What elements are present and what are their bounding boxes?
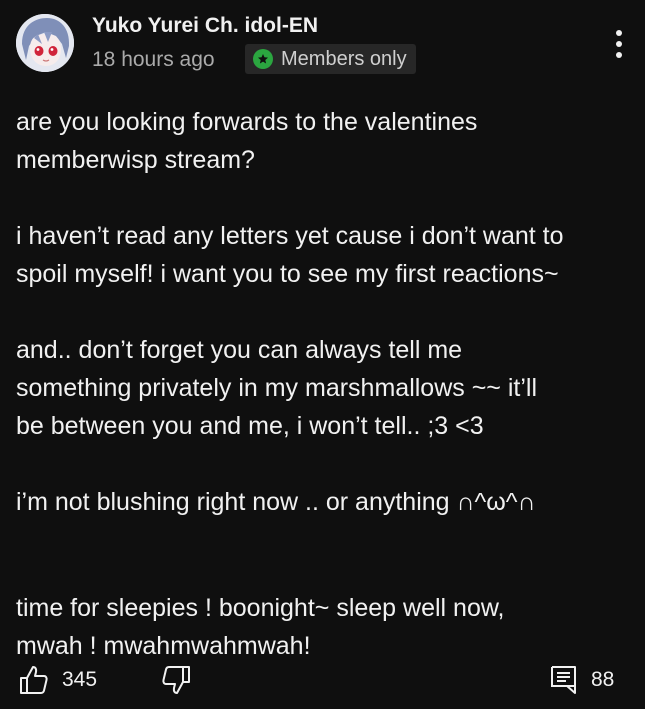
post-text-line: spoil myself! i want you to see my first… — [16, 260, 559, 288]
post-text-line: something privately in my marshmallows ~… — [16, 374, 538, 402]
post-timestamp[interactable]: 18 hours ago — [92, 48, 215, 72]
like-button[interactable]: 345 — [18, 664, 97, 696]
post-text-line: i’m not blushing right now .. or anythin… — [16, 488, 536, 516]
more-vert-icon — [616, 30, 622, 58]
post-text-line: memberwisp stream? — [16, 146, 255, 174]
post-text-line: time for sleepies ! boonight~ sleep well… — [16, 594, 505, 622]
community-post: Yuko Yurei Ch. idol-EN 18 hours ago Memb… — [0, 0, 645, 709]
comment-count: 88 — [591, 668, 615, 691]
post-body: are you looking forwards to the valentin… — [16, 103, 631, 665]
post-text-line: are you looking forwards to the valentin… — [16, 108, 478, 136]
channel-avatar[interactable] — [16, 14, 74, 72]
avatar-illustration — [16, 14, 74, 72]
like-count: 345 — [62, 668, 98, 691]
thumbs-down-icon — [162, 666, 190, 694]
dislike-button[interactable] — [160, 664, 192, 696]
post-text-line: be between you and me, i won’t tell.. ;3… — [16, 412, 484, 440]
star-badge-icon — [253, 49, 273, 69]
members-only-badge: Members only — [245, 44, 416, 74]
post-text-line: and.. don’t forget you can always tell m… — [16, 336, 463, 364]
comments-button[interactable]: 88 — [549, 664, 614, 696]
post-text-line: mwah ! mwahmwahmwah! — [16, 632, 311, 660]
comment-icon — [551, 666, 576, 694]
more-options-button[interactable] — [604, 26, 634, 62]
badge-label: Members only — [281, 47, 407, 70]
post-text-line: i haven’t read any letters yet cause i d… — [16, 222, 564, 250]
channel-name[interactable]: Yuko Yurei Ch. idol-EN — [92, 14, 318, 38]
thumbs-up-icon — [20, 666, 48, 694]
